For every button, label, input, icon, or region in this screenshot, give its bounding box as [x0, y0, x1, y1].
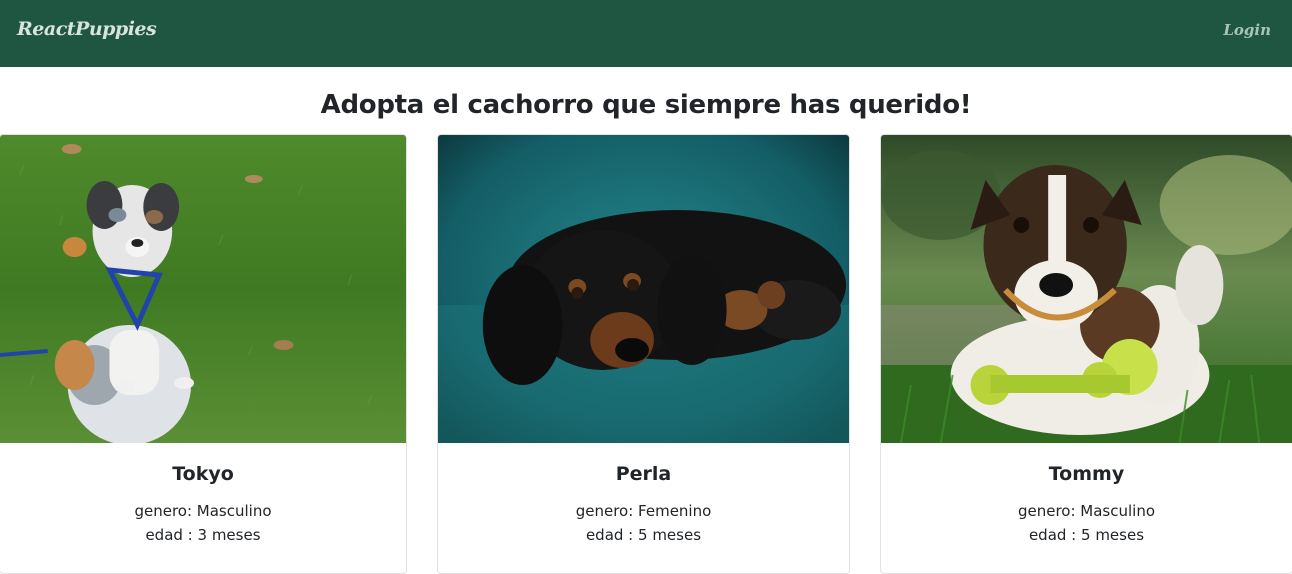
puppy-card[interactable]: Tommy genero: Masculino edad : 5 meses	[880, 134, 1292, 574]
page-title: Adopta el cachorro que siempre has queri…	[320, 90, 972, 120]
puppy-gender: genero: Masculino	[1017, 502, 1156, 520]
brand-logo[interactable]: ReactPuppies	[17, 18, 157, 40]
puppy-age: edad : 3 meses	[145, 526, 261, 544]
puppy-name: Tokyo	[172, 463, 234, 485]
puppy-card[interactable]: Tokyo genero: Masculino edad : 3 meses	[0, 134, 407, 574]
puppy-photo	[0, 135, 406, 443]
puppy-age: edad : 5 meses	[1028, 526, 1145, 544]
puppy-photo	[438, 135, 849, 443]
puppy-name: Tommy	[1048, 463, 1125, 485]
puppy-gender: genero: Femenino	[575, 502, 712, 520]
navbar: ReactPuppies Login	[0, 0, 1292, 67]
puppy-photo	[881, 135, 1292, 443]
login-link[interactable]: Login	[1223, 21, 1271, 39]
puppy-name: Perla	[615, 463, 672, 485]
puppy-card[interactable]: Perla genero: Femenino edad : 5 meses	[437, 134, 850, 574]
puppy-gender: genero: Masculino	[134, 502, 272, 520]
puppy-age: edad : 5 meses	[585, 526, 702, 544]
